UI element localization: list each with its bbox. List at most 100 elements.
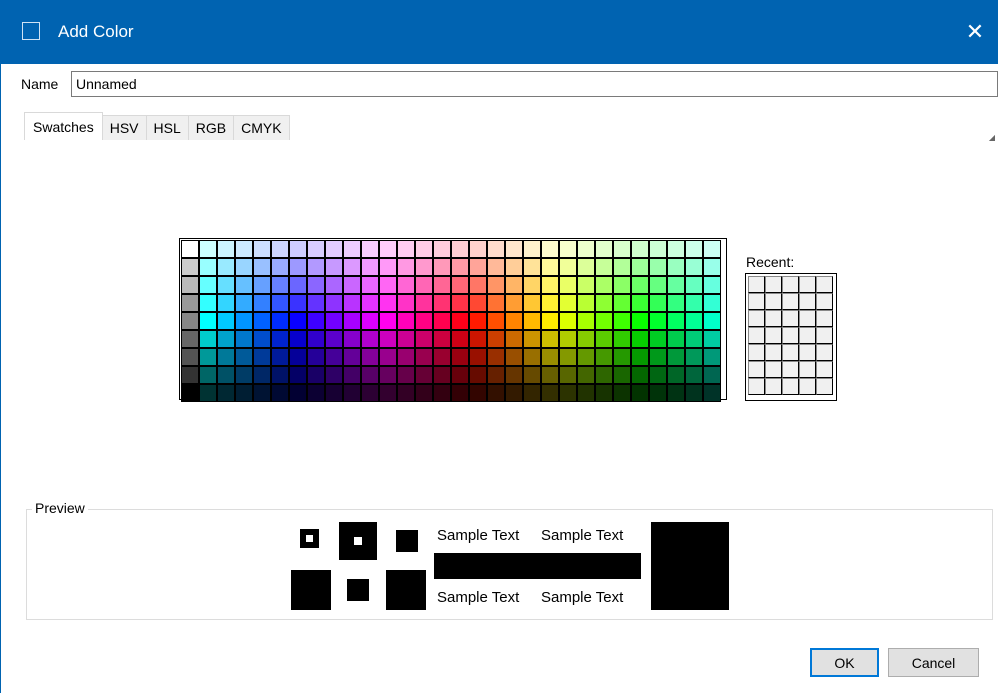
- color-swatch[interactable]: [271, 258, 289, 276]
- color-swatch[interactable]: [199, 348, 217, 366]
- color-swatch[interactable]: [343, 312, 361, 330]
- color-swatch[interactable]: [595, 348, 613, 366]
- color-swatch[interactable]: [397, 258, 415, 276]
- color-swatch[interactable]: [181, 294, 199, 312]
- color-swatch[interactable]: [667, 348, 685, 366]
- color-swatch[interactable]: [289, 348, 307, 366]
- color-swatch[interactable]: [433, 384, 451, 402]
- color-swatch[interactable]: [325, 384, 343, 402]
- color-swatch[interactable]: [559, 366, 577, 384]
- color-swatch[interactable]: [523, 330, 541, 348]
- color-swatch[interactable]: [577, 294, 595, 312]
- color-swatch[interactable]: [397, 384, 415, 402]
- color-swatch[interactable]: [451, 366, 469, 384]
- recent-swatch[interactable]: [748, 276, 765, 293]
- color-swatch[interactable]: [649, 312, 667, 330]
- color-swatch[interactable]: [235, 366, 253, 384]
- color-swatch[interactable]: [397, 312, 415, 330]
- color-swatch[interactable]: [559, 312, 577, 330]
- color-swatch[interactable]: [469, 366, 487, 384]
- color-swatch[interactable]: [613, 348, 631, 366]
- color-swatch[interactable]: [343, 366, 361, 384]
- color-swatch[interactable]: [559, 276, 577, 294]
- color-swatch[interactable]: [469, 258, 487, 276]
- color-swatch[interactable]: [343, 384, 361, 402]
- color-swatch[interactable]: [451, 312, 469, 330]
- color-swatch[interactable]: [487, 384, 505, 402]
- color-swatch[interactable]: [253, 312, 271, 330]
- color-swatch[interactable]: [631, 258, 649, 276]
- color-swatch[interactable]: [703, 276, 721, 294]
- color-swatch[interactable]: [235, 294, 253, 312]
- color-swatch[interactable]: [451, 330, 469, 348]
- color-swatch[interactable]: [505, 384, 523, 402]
- color-swatch[interactable]: [523, 294, 541, 312]
- color-swatch[interactable]: [181, 348, 199, 366]
- color-swatch[interactable]: [667, 240, 685, 258]
- tab-rgb[interactable]: RGB: [187, 115, 235, 140]
- recent-swatch[interactable]: [799, 293, 816, 310]
- color-swatch[interactable]: [271, 312, 289, 330]
- tab-cmyk[interactable]: CMYK: [233, 115, 290, 140]
- color-swatch[interactable]: [505, 330, 523, 348]
- name-field[interactable]: [71, 71, 998, 97]
- color-swatch[interactable]: [181, 312, 199, 330]
- color-swatch[interactable]: [523, 348, 541, 366]
- color-swatch[interactable]: [307, 366, 325, 384]
- color-swatch[interactable]: [595, 258, 613, 276]
- color-swatch[interactable]: [703, 384, 721, 402]
- color-swatch[interactable]: [631, 312, 649, 330]
- color-swatch[interactable]: [397, 330, 415, 348]
- color-swatch[interactable]: [631, 294, 649, 312]
- recent-swatch[interactable]: [765, 293, 782, 310]
- color-swatch[interactable]: [199, 330, 217, 348]
- color-swatch[interactable]: [379, 384, 397, 402]
- color-swatch[interactable]: [181, 276, 199, 294]
- color-swatch[interactable]: [235, 258, 253, 276]
- color-swatch[interactable]: [271, 276, 289, 294]
- color-swatch[interactable]: [595, 366, 613, 384]
- color-swatch[interactable]: [361, 330, 379, 348]
- color-swatch[interactable]: [361, 258, 379, 276]
- color-swatch[interactable]: [253, 276, 271, 294]
- color-swatch[interactable]: [397, 366, 415, 384]
- color-swatch[interactable]: [181, 258, 199, 276]
- color-swatch[interactable]: [181, 240, 199, 258]
- color-swatch[interactable]: [343, 330, 361, 348]
- color-swatch[interactable]: [289, 294, 307, 312]
- color-swatch[interactable]: [523, 366, 541, 384]
- color-swatch[interactable]: [685, 276, 703, 294]
- color-swatch[interactable]: [703, 330, 721, 348]
- recent-swatch[interactable]: [765, 344, 782, 361]
- color-swatch[interactable]: [199, 240, 217, 258]
- color-swatch[interactable]: [523, 384, 541, 402]
- recent-swatch[interactable]: [765, 310, 782, 327]
- color-swatch[interactable]: [487, 348, 505, 366]
- color-swatch[interactable]: [343, 294, 361, 312]
- color-swatch[interactable]: [685, 294, 703, 312]
- recent-swatch[interactable]: [799, 378, 816, 395]
- color-swatch[interactable]: [703, 312, 721, 330]
- recent-swatch[interactable]: [748, 378, 765, 395]
- color-swatch[interactable]: [289, 312, 307, 330]
- recent-swatch[interactable]: [799, 327, 816, 344]
- color-swatch[interactable]: [469, 276, 487, 294]
- color-swatch[interactable]: [631, 276, 649, 294]
- color-swatch[interactable]: [433, 348, 451, 366]
- color-swatch[interactable]: [397, 240, 415, 258]
- color-swatch[interactable]: [649, 240, 667, 258]
- recent-swatch[interactable]: [799, 361, 816, 378]
- color-swatch[interactable]: [271, 366, 289, 384]
- recent-swatch[interactable]: [799, 344, 816, 361]
- color-swatch[interactable]: [217, 240, 235, 258]
- color-swatch[interactable]: [649, 348, 667, 366]
- color-swatch[interactable]: [307, 258, 325, 276]
- color-swatch[interactable]: [559, 294, 577, 312]
- color-swatch[interactable]: [415, 312, 433, 330]
- color-swatch[interactable]: [307, 294, 325, 312]
- color-swatch[interactable]: [523, 258, 541, 276]
- recent-colors[interactable]: [745, 273, 837, 401]
- close-icon[interactable]: ✕: [952, 0, 998, 64]
- color-swatch[interactable]: [433, 240, 451, 258]
- color-swatch[interactable]: [415, 384, 433, 402]
